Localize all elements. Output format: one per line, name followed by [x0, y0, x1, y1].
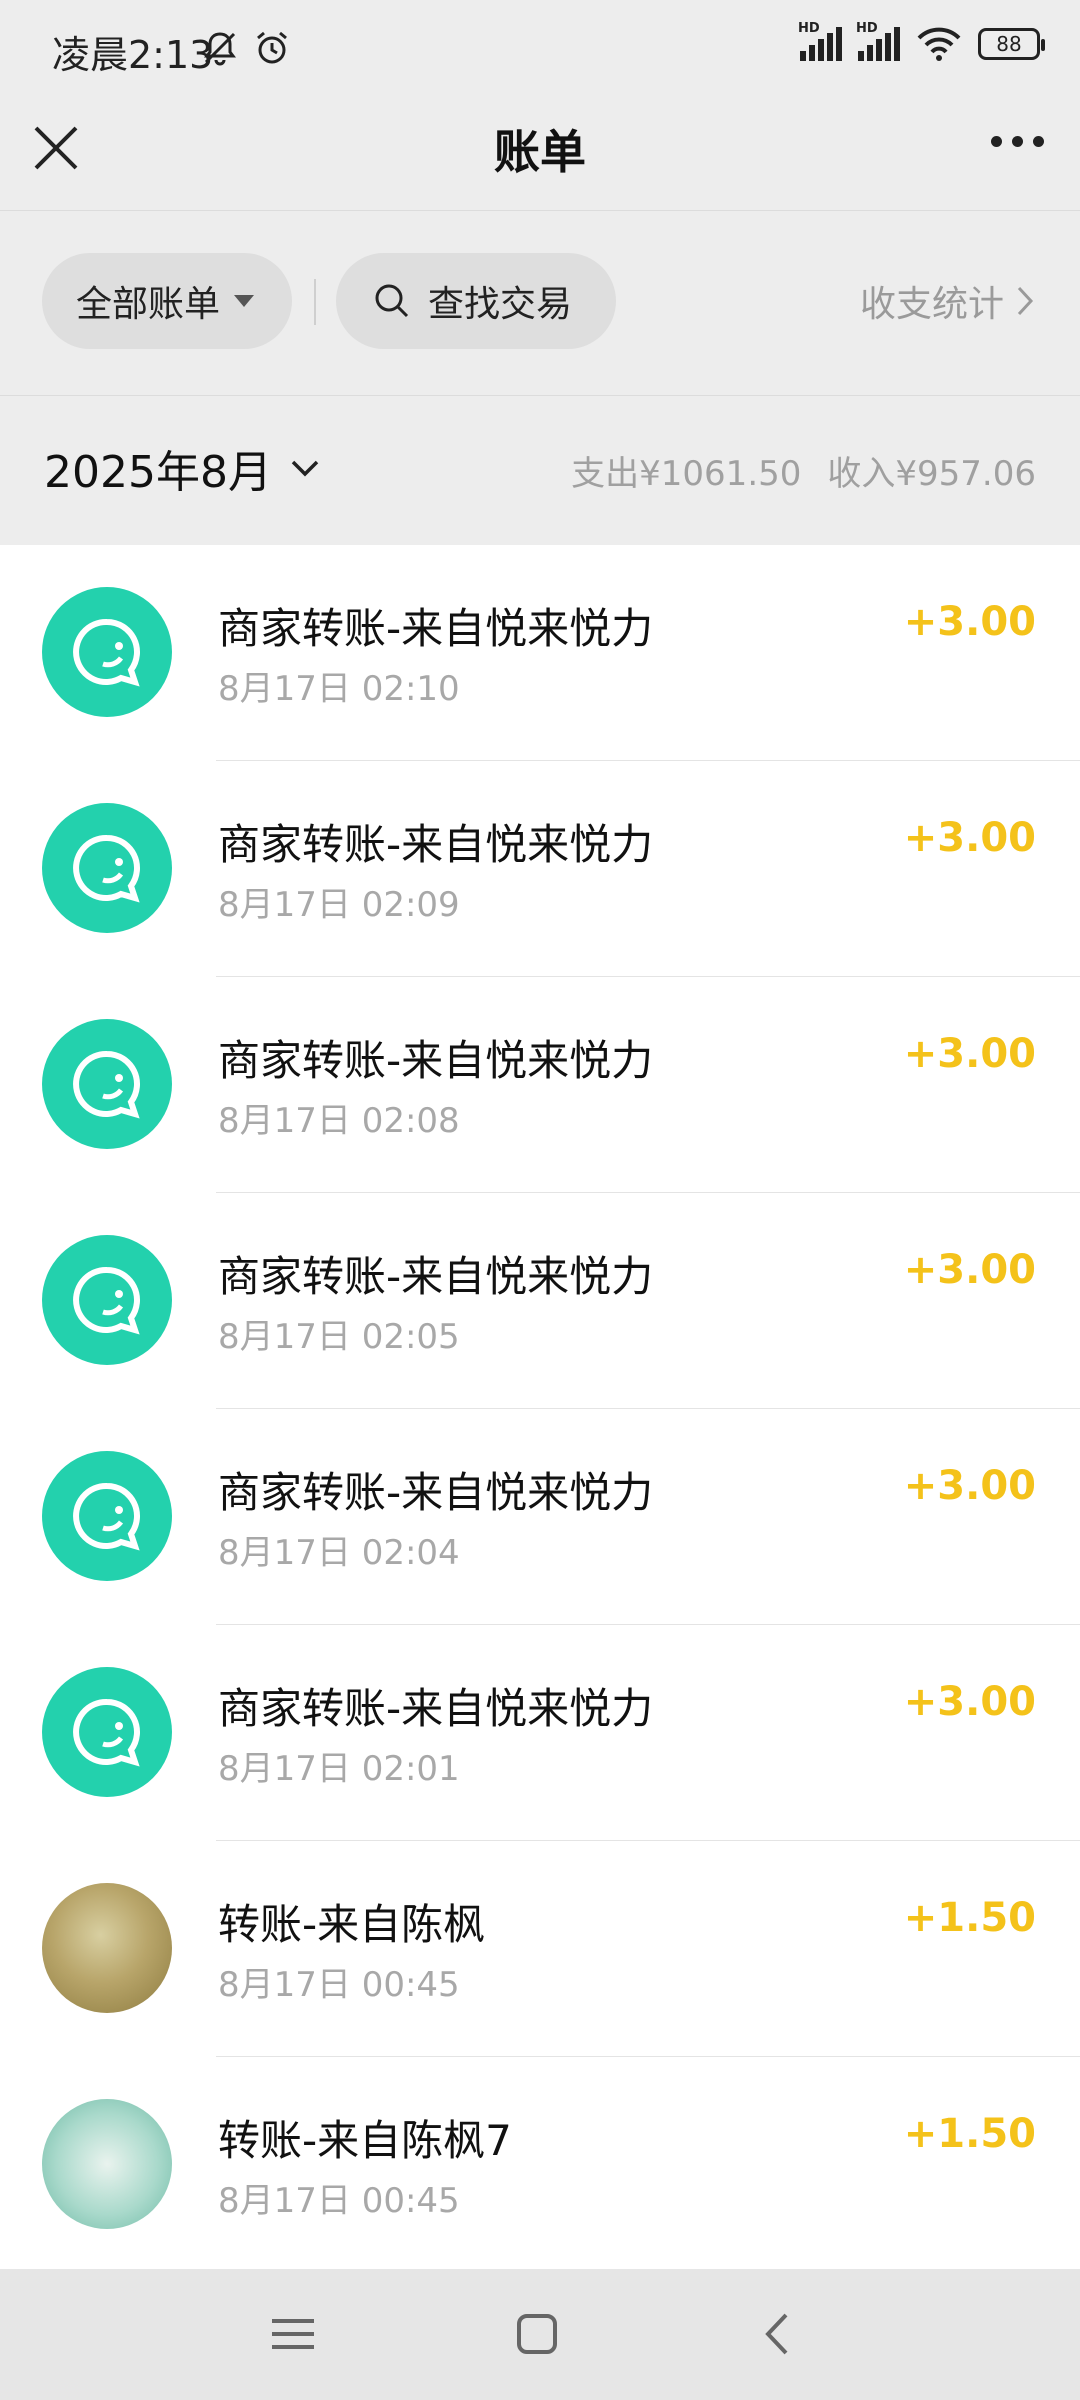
transaction-amount: +3.00 [903, 1679, 1036, 1725]
status-notification-icons [200, 28, 292, 68]
caret-down-icon [234, 295, 255, 307]
status-time: 凌晨2:13 [52, 33, 214, 77]
user-avatar [42, 1883, 172, 2013]
transaction-amount: +3.00 [903, 1463, 1036, 1509]
transaction-row[interactable]: 商家转账-来自悦来悦力 8月17日 02:05 +3.00 [0, 1193, 1080, 1409]
search-transactions-button[interactable]: 查找交易 [336, 253, 616, 349]
merchant-transfer-icon [42, 1667, 172, 1797]
month-totals: 支出¥1061.50 收入¥957.06 [571, 446, 1036, 495]
back-icon[interactable] [752, 2307, 806, 2361]
search-label: 查找交易 [428, 284, 573, 325]
merchant-transfer-icon [42, 1451, 172, 1581]
wifi-icon [917, 27, 961, 61]
transaction-row[interactable]: 商家转账-来自悦来悦力 8月17日 02:04 +3.00 [0, 1409, 1080, 1625]
system-navigation-bar [0, 2269, 1080, 2400]
transaction-name: 转账-来自陈枫7 [218, 2116, 512, 2165]
transaction-name: 商家转账-来自悦来悦力 [218, 1036, 654, 1085]
transaction-amount: +3.00 [903, 815, 1036, 861]
transaction-time: 8月17日 02:10 [218, 669, 460, 709]
month-summary-bar: 2025年8月 支出¥1061.50 收入¥957.06 [0, 395, 1080, 545]
merchant-transfer-icon [42, 1019, 172, 1149]
expense-total: 支出¥1061.50 [571, 454, 802, 494]
page-title: 账单 [494, 125, 586, 179]
status-right: HD HD 88 [798, 21, 1045, 62]
home-icon[interactable] [510, 2307, 564, 2361]
income-total: 收入¥957.06 [827, 454, 1036, 494]
transaction-time: 8月17日 02:09 [218, 885, 460, 925]
stats-label: 收支统计 [859, 284, 1004, 325]
merchant-transfer-icon [42, 587, 172, 717]
divider [314, 279, 316, 325]
transaction-time: 8月17日 02:05 [218, 1317, 460, 1357]
transaction-row[interactable]: 商家转账-来自悦来悦力 8月17日 02:10 +3.00 [0, 545, 1080, 761]
transaction-name: 商家转账-来自悦来悦力 [218, 604, 654, 653]
signal-icon-2: HD [856, 21, 900, 61]
month-selector[interactable]: 2025年8月 [44, 436, 320, 500]
chevron-right-icon [1017, 286, 1034, 316]
transaction-row[interactable]: 商家转账-来自悦来悦力 8月17日 02:09 +3.00 [0, 761, 1080, 977]
chevron-down-icon [291, 460, 319, 477]
signal-icon: HD [798, 21, 842, 61]
merchant-transfer-icon [42, 803, 172, 933]
transaction-time: 8月17日 02:01 [218, 1749, 460, 1789]
transaction-name: 商家转账-来自悦来悦力 [218, 1252, 654, 1301]
transaction-amount: +1.50 [903, 1895, 1036, 1941]
transaction-time: 8月17日 00:45 [218, 2181, 460, 2221]
user-avatar [42, 2099, 172, 2229]
merchant-transfer-icon [42, 1235, 172, 1365]
all-bills-label: 全部账单 [76, 284, 221, 325]
more-options-icon[interactable] [991, 136, 1044, 147]
app-header: 账单 [0, 96, 1080, 210]
transaction-row[interactable]: 转账-来自陈枫7 8月17日 00:45 +1.50 [0, 2057, 1080, 2269]
transaction-row[interactable]: 商家转账-来自悦来悦力 8月17日 02:08 +3.00 [0, 977, 1080, 1193]
search-icon [375, 284, 409, 318]
transaction-time: 8月17日 02:08 [218, 1101, 460, 1141]
battery-indicator: 88 [978, 28, 1045, 60]
transaction-name: 商家转账-来自悦来悦力 [218, 820, 654, 869]
transaction-name: 转账-来自陈枫 [218, 1900, 486, 1949]
transaction-amount: +3.00 [903, 1247, 1036, 1293]
status-bar: 凌晨2:13 HD HD 88 [0, 0, 1080, 96]
alarm-icon [257, 31, 287, 64]
mute-bell-icon [204, 32, 236, 66]
transaction-name: 商家转账-来自悦来悦力 [218, 1684, 654, 1733]
transaction-amount: +3.00 [903, 599, 1036, 645]
all-bills-dropdown[interactable]: 全部账单 [42, 253, 292, 349]
transaction-row[interactable]: 转账-来自陈枫 8月17日 00:45 +1.50 [0, 1841, 1080, 2057]
transaction-amount: +1.50 [903, 2111, 1036, 2157]
income-expense-stats-link[interactable]: 收支统计 [860, 275, 1034, 327]
transaction-row[interactable]: 商家转账-来自悦来悦力 8月17日 02:01 +3.00 [0, 1625, 1080, 1841]
transaction-amount: +3.00 [903, 1031, 1036, 1077]
transaction-time: 8月17日 02:04 [218, 1533, 460, 1573]
filter-bar: 全部账单 查找交易 收支统计 [0, 211, 1080, 395]
transaction-list: 商家转账-来自悦来悦力 8月17日 02:10 +3.00 商家转账-来自悦来悦… [0, 545, 1080, 2269]
transaction-time: 8月17日 00:45 [218, 1965, 460, 2005]
menu-icon[interactable] [266, 2307, 320, 2361]
month-label: 2025年8月 [44, 447, 272, 498]
transaction-name: 商家转账-来自悦来悦力 [218, 1468, 654, 1517]
